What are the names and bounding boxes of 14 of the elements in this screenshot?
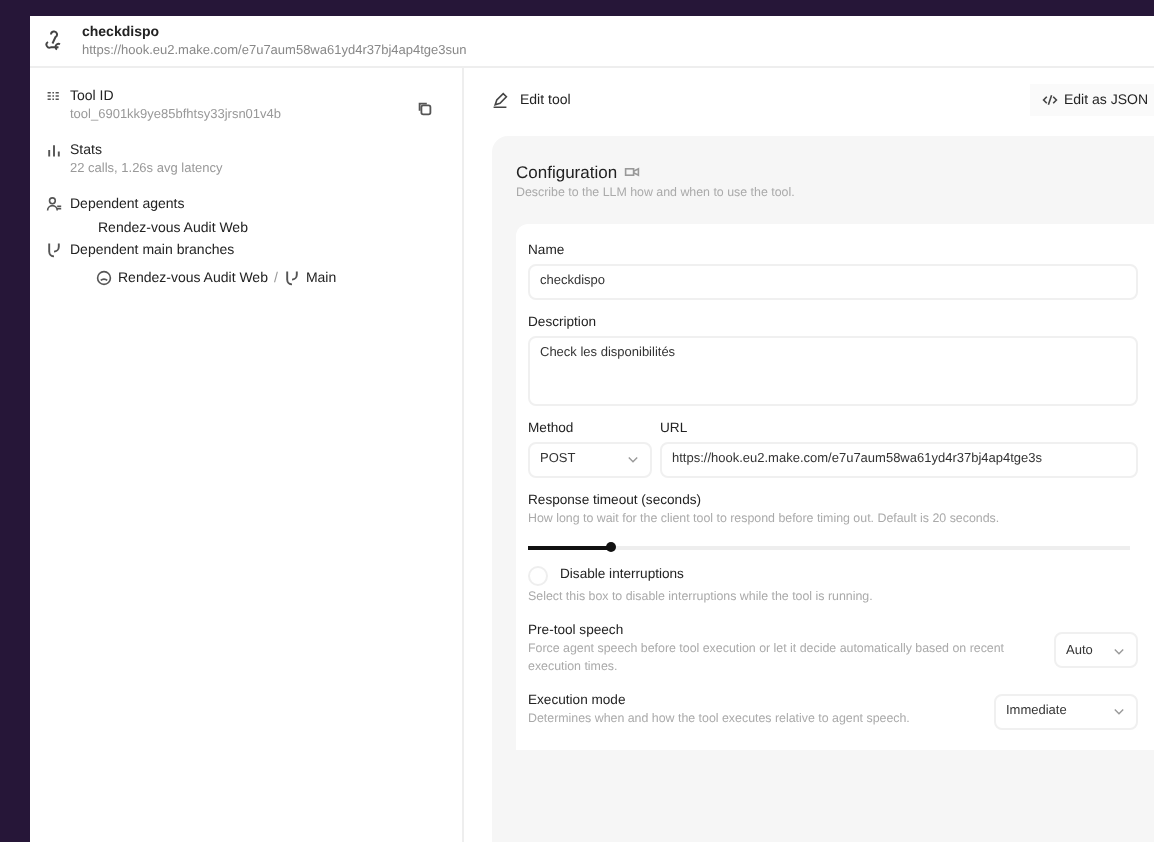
pencil-icon	[492, 92, 508, 108]
chevron-icon	[626, 452, 640, 467]
code-icon	[1041, 92, 1058, 108]
branch-icon	[283, 270, 300, 286]
configuration-title: Configuration	[516, 162, 618, 182]
users-icon	[46, 196, 62, 212]
video-icon	[623, 164, 640, 180]
branch-icon	[46, 242, 62, 258]
chevron-icon	[1112, 643, 1126, 658]
chevron-icon	[1112, 704, 1126, 719]
bar-chart-icon	[46, 142, 62, 158]
agent-icon	[96, 270, 112, 286]
copy-icon[interactable]	[416, 100, 434, 118]
id-icon	[46, 88, 62, 104]
